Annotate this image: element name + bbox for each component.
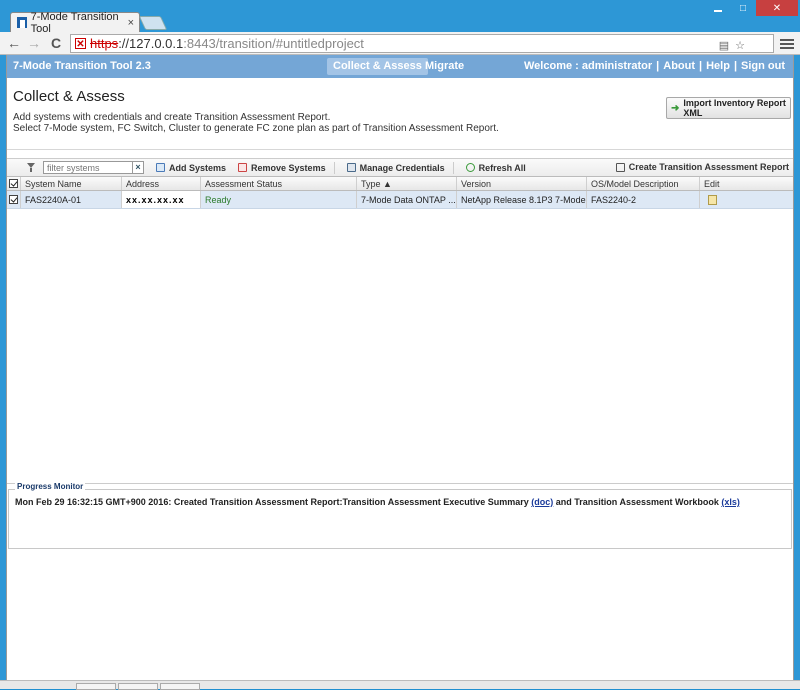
separator: | [656,60,660,72]
forward-button[interactable]: → [26,35,42,51]
column-header-os-model[interactable]: OS/Model Description [587,177,700,190]
taskbar-strip [0,680,800,690]
app-area: 7-Mode Transition Tool 2.3 Collect & Ass… [6,55,794,689]
sign-out-link[interactable]: Sign out [741,60,785,72]
description-line-1: Add systems with credentials and create … [13,112,331,123]
create-report-button[interactable]: Create Transition Assessment Report [615,162,789,172]
bookmark-star-icon[interactable]: ☆ [735,39,745,52]
app-brand: 7-Mode Transition Tool 2.3 [13,60,151,72]
address-bar-actions: ▤ ☆ [719,39,745,52]
create-report-label: Create Transition Assessment Report [628,162,789,172]
row-select-cell[interactable] [7,191,21,208]
column-header-edit: Edit [704,179,720,189]
cell-assessment-status: Ready [201,191,357,208]
credentials-icon [346,163,356,172]
table-header: System Name Address Assessment Status Ty… [7,177,793,191]
clear-filter-button[interactable]: × [133,161,144,174]
tab-title: 7-Mode Transition Tool [30,10,119,35]
separator: | [699,60,703,72]
systems-table: System Name Address Assessment Status Ty… [7,176,793,480]
column-header-address[interactable]: Address [122,177,201,190]
description-line-2: Select 7-Mode system, FC Switch, Cluster… [13,123,499,134]
translate-icon[interactable]: ▤ [719,39,729,52]
close-window-button[interactable]: ✕ [756,0,798,16]
refresh-all-label: Refresh All [478,162,526,173]
url-host: ://127.0.0.1 [118,36,184,51]
user-links: Welcome : administrator | About | Help |… [524,60,785,72]
row-checkbox[interactable] [9,195,18,205]
import-button-label: Import Inventory Report XML [683,98,786,118]
progress-message: Mon Feb 29 16:32:15 GMT+900 2016: Create… [15,497,740,507]
divider [7,149,793,150]
select-all-checkbox[interactable] [9,179,18,189]
progress-message-mid: and Transition Assessment Workbook [555,497,722,507]
page-description: Add systems with credentials and create … [13,112,499,134]
title-bar: 7-Mode Transition Tool × □ ✕ [0,0,800,35]
report-icon [615,162,625,172]
new-tab-button[interactable] [138,16,168,30]
reload-button[interactable]: C [48,35,64,51]
cell-version: NetApp Release 8.1P3 7-Mode [457,191,587,208]
add-systems-label: Add Systems [169,162,227,173]
refresh-icon [465,163,475,172]
add-systems-icon [156,163,165,172]
import-arrow-icon: ➜ [671,102,680,114]
progress-monitor: Progress Monitor Mon Feb 29 16:32:15 GMT… [7,482,793,549]
manage-credentials-button[interactable]: Manage Credentials [346,162,445,173]
filter-systems-input[interactable] [43,161,133,174]
progress-message-text: Mon Feb 29 16:32:15 GMT+900 2016: Create… [15,497,532,507]
back-button[interactable]: ← [6,35,22,51]
browser-menu-icon[interactable] [780,37,794,51]
column-header-type[interactable]: Type ▲ [357,177,457,190]
cell-address: xx.xx.xx.xx [122,191,201,208]
table-row[interactable]: FAS2240A-01 xx.xx.xx.xx Ready 7-Mode Dat… [7,191,793,209]
browser-window: 7-Mode Transition Tool × □ ✕ ← → C ✕ htt… [0,0,800,690]
add-systems-button[interactable]: Add Systems [156,163,226,173]
edit-icon[interactable] [708,195,717,205]
tab-collect-assess[interactable]: Collect & Assess [327,58,428,75]
cell-model: FAS2240-2 [587,191,700,208]
cell-edit[interactable] [700,191,793,208]
url-path: :8443/transition/#untitledproject [183,36,364,51]
remove-systems-button[interactable]: Remove Systems [238,163,326,173]
about-link[interactable]: About [663,60,695,72]
column-header-system-name[interactable]: System Name [21,177,122,190]
tab-close-icon[interactable]: × [128,17,134,29]
import-inventory-button[interactable]: ➜ Import Inventory Report XML [666,97,791,119]
welcome-text: Welcome : administrator [524,60,653,72]
remove-systems-label: Remove Systems [251,162,326,173]
toolbar-separator [333,161,335,174]
url-scheme: https [90,36,119,51]
page-title: Collect & Assess [13,88,125,105]
app-favicon-icon [17,17,27,28]
xls-link[interactable]: (xls) [721,497,740,507]
cell-type: 7-Mode Data ONTAP ... [357,191,457,208]
select-all-cell[interactable] [7,177,21,190]
toolbar-separator [452,161,454,174]
maximize-button[interactable]: □ [733,0,753,16]
browser-toolbar: ← → C ✕ https ://127.0.0.1 :8443/transit… [0,32,800,55]
help-link[interactable]: Help [706,60,730,72]
browser-tab[interactable]: 7-Mode Transition Tool × [10,10,140,35]
tab-migrate[interactable]: Migrate [419,58,470,75]
insecure-lock-icon[interactable]: ✕ [75,38,86,50]
remove-systems-icon [238,163,248,172]
doc-link[interactable]: (doc) [531,497,553,507]
app-header: 7-Mode Transition Tool 2.3 Collect & Ass… [7,55,793,78]
refresh-all-button[interactable]: Refresh All [465,162,526,173]
minimize-button[interactable] [708,0,728,16]
column-header-version[interactable]: Version [457,177,587,190]
address-bar[interactable]: ✕ https ://127.0.0.1 :8443/transition/#u… [70,34,774,53]
progress-monitor-title: Progress Monitor [15,482,86,491]
minimize-icon [714,10,722,12]
separator: | [733,60,738,72]
filter-icon [27,163,35,172]
grid-toolbar: × Add Systems Remove Systems Manage Cred… [7,158,793,176]
manage-credentials-label: Manage Credentials [359,162,445,173]
cell-system-name: FAS2240A-01 [21,191,122,208]
column-header-assessment-status[interactable]: Assessment Status [201,177,357,190]
